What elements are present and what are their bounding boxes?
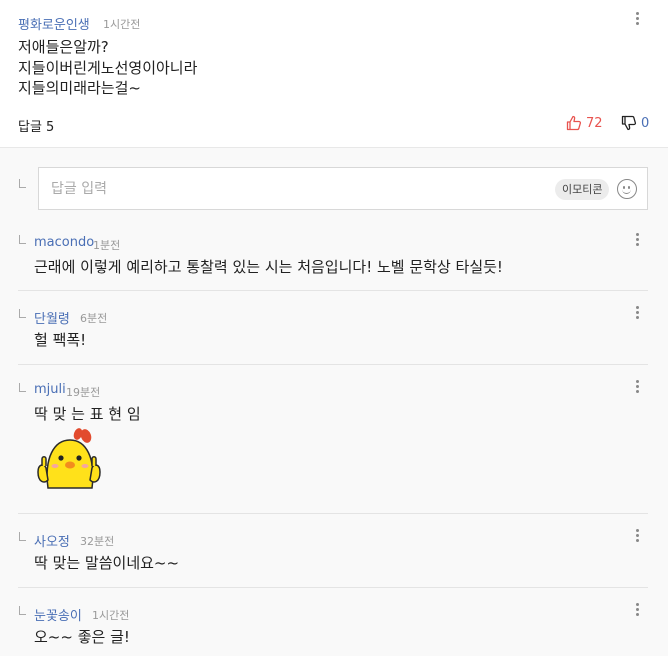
yellow-chick-sticker [37,428,101,489]
comment-author[interactable]: 평화로운인생 [18,14,90,33]
reply-author[interactable]: 단월령 [34,308,70,327]
reply-author[interactable]: 눈꽃송이 [34,605,82,624]
reply-author[interactable]: macondo [34,235,94,250]
reply-arrow-icon [19,309,26,318]
main-comment: 평화로운인생 1시간전 저애들은알까? 지들이버린게노선영이아니라 지들의미래라… [0,0,668,148]
comment-time: 1시간전 [103,18,141,31]
divider [18,587,648,588]
reply-time: 6분전 [80,312,108,325]
reply-time: 1분전 [93,239,121,252]
emoticon-button[interactable]: 이모티콘 [555,179,610,200]
reply-arrow-icon [19,383,26,392]
thumbs-up-icon [566,115,582,131]
reply-time: 19분전 [66,386,101,399]
more-options-icon[interactable] [633,602,643,618]
more-options-icon[interactable] [633,11,643,27]
reply-arrow-icon [19,532,26,541]
reply-time: 1시간전 [92,609,130,622]
comment-body: 저애들은알까? 지들이버린게노선영이아니라 지들의미래라는걸~ [18,38,198,97]
divider [18,513,648,514]
reply-arrow-icon [19,179,26,188]
reply-text: 오~~ 좋은 글! [34,628,130,646]
divider [18,290,648,291]
reply-text: 근래에 이렇게 예리하고 통찰력 있는 시는 처음입니다! 노벨 문학상 타실듯… [34,258,503,276]
dislike-button[interactable]: 0 [621,113,649,133]
reply-text: 딱 맞는 말씀이네요~~ [34,554,180,572]
like-count: 72 [586,115,603,131]
divider [18,364,648,365]
more-options-icon[interactable] [633,528,643,544]
reply-input-box: 이모티콘 [38,167,648,210]
thumbs-down-icon [621,115,637,131]
reply-arrow-icon [19,606,26,615]
reply-time: 32분전 [80,535,115,548]
more-options-icon[interactable] [633,232,643,248]
smiley-icon[interactable] [617,179,637,199]
reply-arrow-icon [19,235,26,244]
reply-text: 딱 맞 는 표 현 임 [34,405,141,423]
reply-author[interactable]: mjuli [34,382,66,397]
reply-input[interactable] [51,179,531,199]
reply-author[interactable]: 사오정 [34,531,70,550]
dislike-count: 0 [641,115,650,131]
more-options-icon[interactable] [633,379,643,395]
like-button[interactable]: 72 [566,113,603,133]
reply-text: 헐 팩폭! [34,331,87,349]
more-options-icon[interactable] [633,305,643,321]
reply-count-button[interactable]: 답글 5 [18,116,54,135]
